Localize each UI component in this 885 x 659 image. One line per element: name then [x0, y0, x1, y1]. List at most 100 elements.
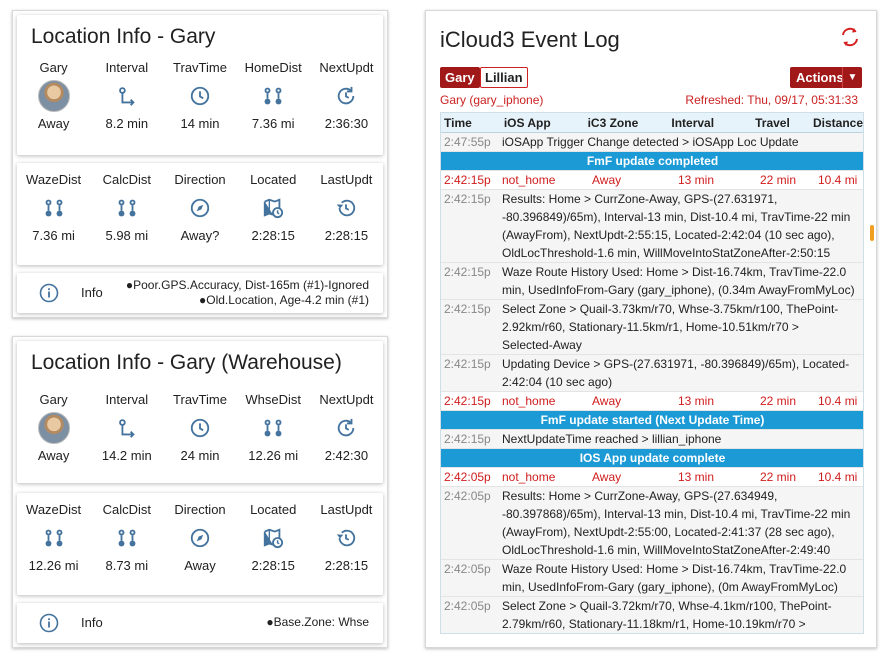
- device-tab-lillian[interactable]: Lillian: [480, 67, 528, 88]
- row-time: 2:42:15p: [444, 302, 491, 316]
- row-time: 2:42:15p: [444, 265, 491, 279]
- avatar: [17, 77, 90, 115]
- table-row-status: 2:42:15p not_home Away 13 min 22 min 10.4 mi: [441, 392, 863, 411]
- info-card: Info ●Base.Zone: Whse: [17, 603, 383, 643]
- info-icon[interactable]: [39, 283, 59, 308]
- sensor-label: HomeDist: [244, 60, 302, 75]
- row-message: Results: Home > CurrZone-Away, GPS-(27.6…: [502, 489, 851, 557]
- sensor-direction[interactable]: Direction Away?: [163, 171, 236, 245]
- status-travel: 22 min: [760, 470, 797, 484]
- sensor-value: 12.26 mi: [248, 448, 299, 463]
- info-icon[interactable]: [39, 613, 59, 638]
- sensor-label: TravTime: [173, 392, 227, 407]
- table-row: 2:42:05p Select Zone > Quail-3.72km/r70, …: [441, 597, 863, 633]
- info-label: Info: [81, 285, 103, 300]
- sensor-calcdist[interactable]: CalcDist 5.98 mi: [90, 171, 163, 245]
- chevron-down-icon[interactable]: ▼: [842, 67, 862, 88]
- actions-label: Actions: [796, 70, 844, 85]
- distance-icon: [90, 519, 163, 557]
- sensor-whsedist[interactable]: WhseDist 12.26 mi: [237, 391, 310, 465]
- row-time: [441, 411, 502, 429]
- sensor-card: WazeDist 7.36 mi CalcDist 5.98 mi Direction A…: [17, 163, 383, 265]
- sensor-value: 14.2 min: [101, 448, 152, 463]
- sensor-value: 2:28:15: [251, 228, 295, 243]
- distance-icon: [90, 189, 163, 227]
- info-line-2: ●Old.Location, Age-4.2 min (#1): [198, 293, 369, 307]
- scrollbar-thumb[interactable]: [870, 225, 874, 241]
- table-body: 2:47:55p iOSApp Trigger Change detected >…: [441, 133, 863, 633]
- event-log-panel: iCloud3 Event Log Gary Lillian Actions ▼…: [425, 10, 877, 648]
- row-time: 2:42:15p: [444, 432, 491, 446]
- refreshed-time: Refreshed: Thu, 09/17, 05:31:33: [685, 93, 858, 107]
- sensor-label: LastUpdt: [320, 172, 373, 187]
- row-message: FmF update completed: [586, 154, 719, 168]
- table-row: 2:42:15p Updating Device > GPS-(27.631971…: [441, 355, 863, 392]
- distance-icon: [17, 189, 90, 227]
- table-row: 2:42:05p Results: Home > CurrZone-Away, G…: [441, 487, 863, 560]
- interval-icon: [90, 77, 163, 115]
- sensor-travtime[interactable]: TravTime 24 min: [163, 391, 236, 465]
- sensor-value: 5.98 mi: [105, 228, 149, 243]
- sensor-nextupdt[interactable]: NextUpdt 2:42:30: [310, 391, 383, 465]
- sensor-gary[interactable]: Gary Away: [17, 391, 90, 465]
- sensor-travtime[interactable]: TravTime 14 min: [163, 59, 236, 133]
- info-line-1: ●Poor.GPS.Accuracy, Dist-165m (#1)-Ignor…: [125, 278, 369, 292]
- sensor-gary[interactable]: Gary Away: [17, 59, 90, 133]
- row-message: NextUpdateTime reached > lillian_iphone: [502, 432, 722, 446]
- sensor-card: WazeDist 12.26 mi CalcDist 8.73 mi Direction…: [17, 493, 383, 595]
- sensor-nextupdt[interactable]: NextUpdt 2:36:30: [310, 59, 383, 133]
- sensor-interval[interactable]: Interval 14.2 min: [90, 391, 163, 465]
- sensor-label: WazeDist: [26, 172, 82, 187]
- table-row-highlight: FmF update completed: [441, 152, 863, 171]
- actions-button[interactable]: Actions ▼: [790, 67, 862, 88]
- device-tab-gary[interactable]: Gary: [440, 67, 480, 88]
- sensor-value: Away: [184, 558, 216, 573]
- info-text: ●Base.Zone: Whse: [266, 615, 369, 630]
- status-distance: 10.4 mi: [818, 394, 858, 408]
- sensor-value: 2:28:15: [251, 558, 295, 573]
- table-row: 2:47:55p iOSApp Trigger Change detected >…: [441, 133, 863, 152]
- sensor-value: 24 min: [180, 448, 220, 463]
- row-time: 2:42:15p: [444, 394, 491, 408]
- row-message: iOSApp Trigger Change detected > iOSApp …: [502, 135, 799, 149]
- sensor-value: 7.36 mi: [251, 116, 295, 131]
- sensor-located[interactable]: Located 2:28:15: [237, 171, 310, 245]
- table-row: 2:42:05p Waze Route History Used: Home > …: [441, 560, 863, 597]
- info-card: Info ●Poor.GPS.Accuracy, Dist-165m (#1)-…: [17, 273, 383, 313]
- distance-icon: [17, 519, 90, 557]
- compass-icon: [163, 189, 236, 227]
- sensor-value: 14 min: [180, 116, 220, 131]
- sensor-homedist[interactable]: HomeDist 7.36 mi: [237, 59, 310, 133]
- sensor-wazedist[interactable]: WazeDist 7.36 mi: [17, 171, 90, 245]
- refresh-icon[interactable]: [838, 25, 862, 54]
- sensor-label: Located: [250, 502, 297, 517]
- status-interval: 13 min: [678, 173, 715, 187]
- sensor-value: 2:36:30: [324, 116, 369, 131]
- sensor-label: Located: [250, 172, 297, 187]
- compass-icon: [163, 519, 236, 557]
- sensor-label: WazeDist: [26, 502, 82, 517]
- table-row-highlight: FmF update started (Next Update Time): [441, 411, 863, 430]
- sensor-label: Interval: [105, 60, 149, 75]
- status-distance: 10.4 mi: [818, 173, 858, 187]
- sensor-value: 8.73 mi: [105, 558, 149, 573]
- sensor-calcdist[interactable]: CalcDist 8.73 mi: [90, 501, 163, 575]
- sensor-located[interactable]: Located 2:28:15: [237, 501, 310, 575]
- column-header-ic3-zone: iC3 Zone: [587, 116, 639, 130]
- row-message: Waze Route History Used: Home > Dist-16.…: [502, 562, 847, 594]
- column-header-distance: Distance: [812, 116, 863, 130]
- sensor-direction[interactable]: Direction Away: [163, 501, 236, 575]
- row-message: Select Zone > Quail-3.73km/r70, Whse-3.7…: [502, 302, 839, 352]
- sensor-label: NextUpdt: [319, 392, 374, 407]
- sensor-lastupdt[interactable]: LastUpdt 2:28:15: [310, 171, 383, 245]
- clock-icon: [163, 409, 236, 447]
- event-log-table[interactable]: Time iOS App iC3 Zone Interval Travel Di…: [440, 112, 864, 634]
- avatar-image: [37, 80, 70, 112]
- location-info-panel-warehouse: Location Info - Gary (Warehouse) Gary Awa…: [12, 336, 388, 648]
- sensor-row: Gary Away Interval 14.2 min TravTime 24 min Wh…: [17, 391, 383, 465]
- info-line-2: ●Base.Zone: Whse: [266, 615, 369, 629]
- sensor-row: WazeDist 7.36 mi CalcDist 5.98 mi Direction A…: [17, 171, 383, 245]
- sensor-interval[interactable]: Interval 8.2 min: [90, 59, 163, 133]
- sensor-lastupdt[interactable]: LastUpdt 2:28:15: [310, 501, 383, 575]
- sensor-wazedist[interactable]: WazeDist 12.26 mi: [17, 501, 90, 575]
